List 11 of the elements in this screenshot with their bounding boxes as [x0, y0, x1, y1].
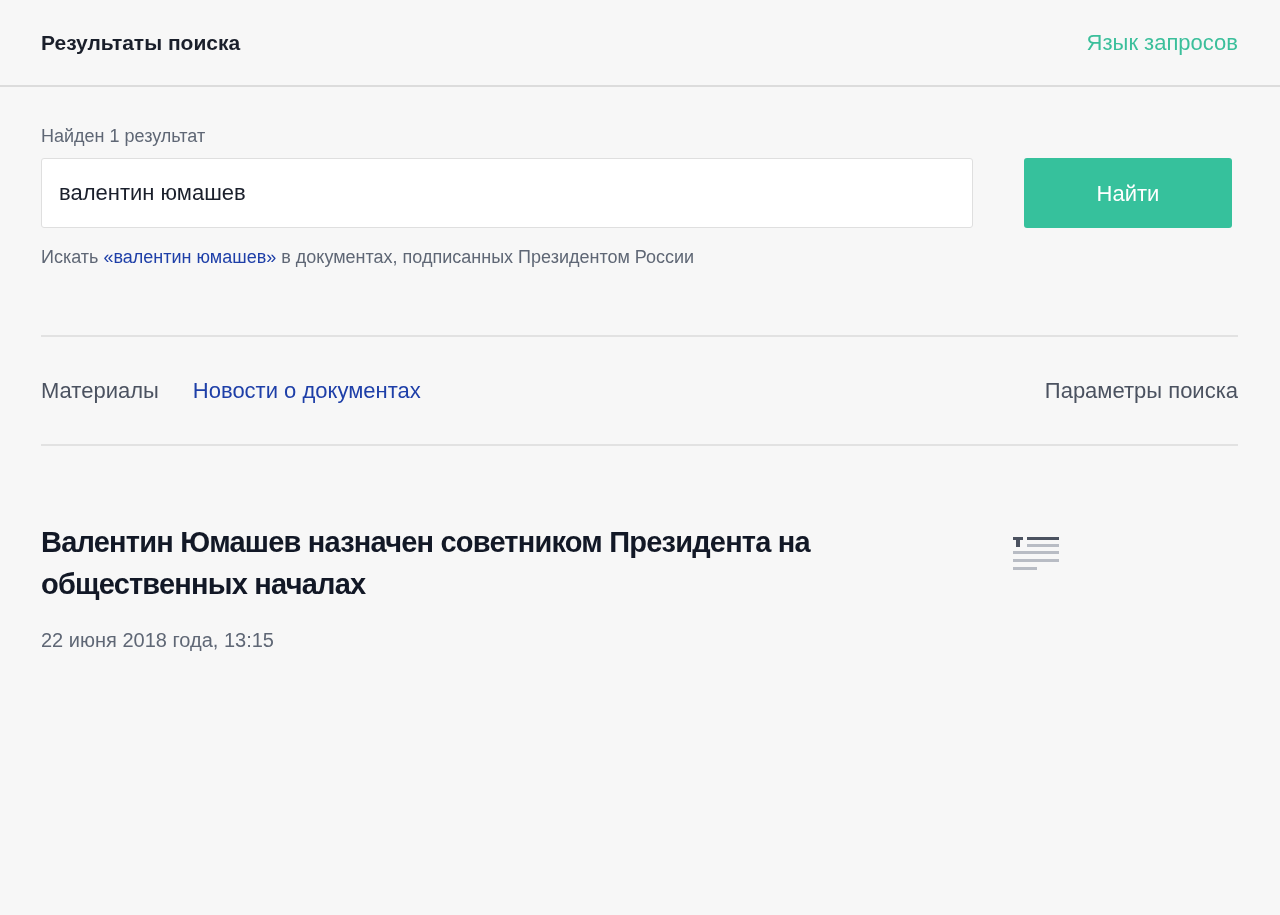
- search-parameters-link[interactable]: Параметры поиска: [1044, 374, 1238, 407]
- search-hint: Искать «валентин юмашев» в документах, подписанных Президентом России: [41, 246, 696, 269]
- page-title: Результаты поиска: [41, 29, 241, 56]
- tab[interactable]: Материалы: [41, 374, 159, 407]
- result-count: Найден 1 результат: [41, 125, 207, 148]
- search-field[interactable]: валентин юмашев: [41, 158, 973, 228]
- search-in-documents-link[interactable]: «валентин юмашев»: [103, 247, 277, 267]
- tab[interactable]: Новости о документах: [192, 374, 421, 407]
- text-document-icon: [1013, 535, 1059, 573]
- result-title-link[interactable]: Валентин Юмашев назначен советником Президента на общественных началах: [41, 521, 841, 606]
- result-date: 22 июня 2018 года, 13:15: [41, 628, 275, 654]
